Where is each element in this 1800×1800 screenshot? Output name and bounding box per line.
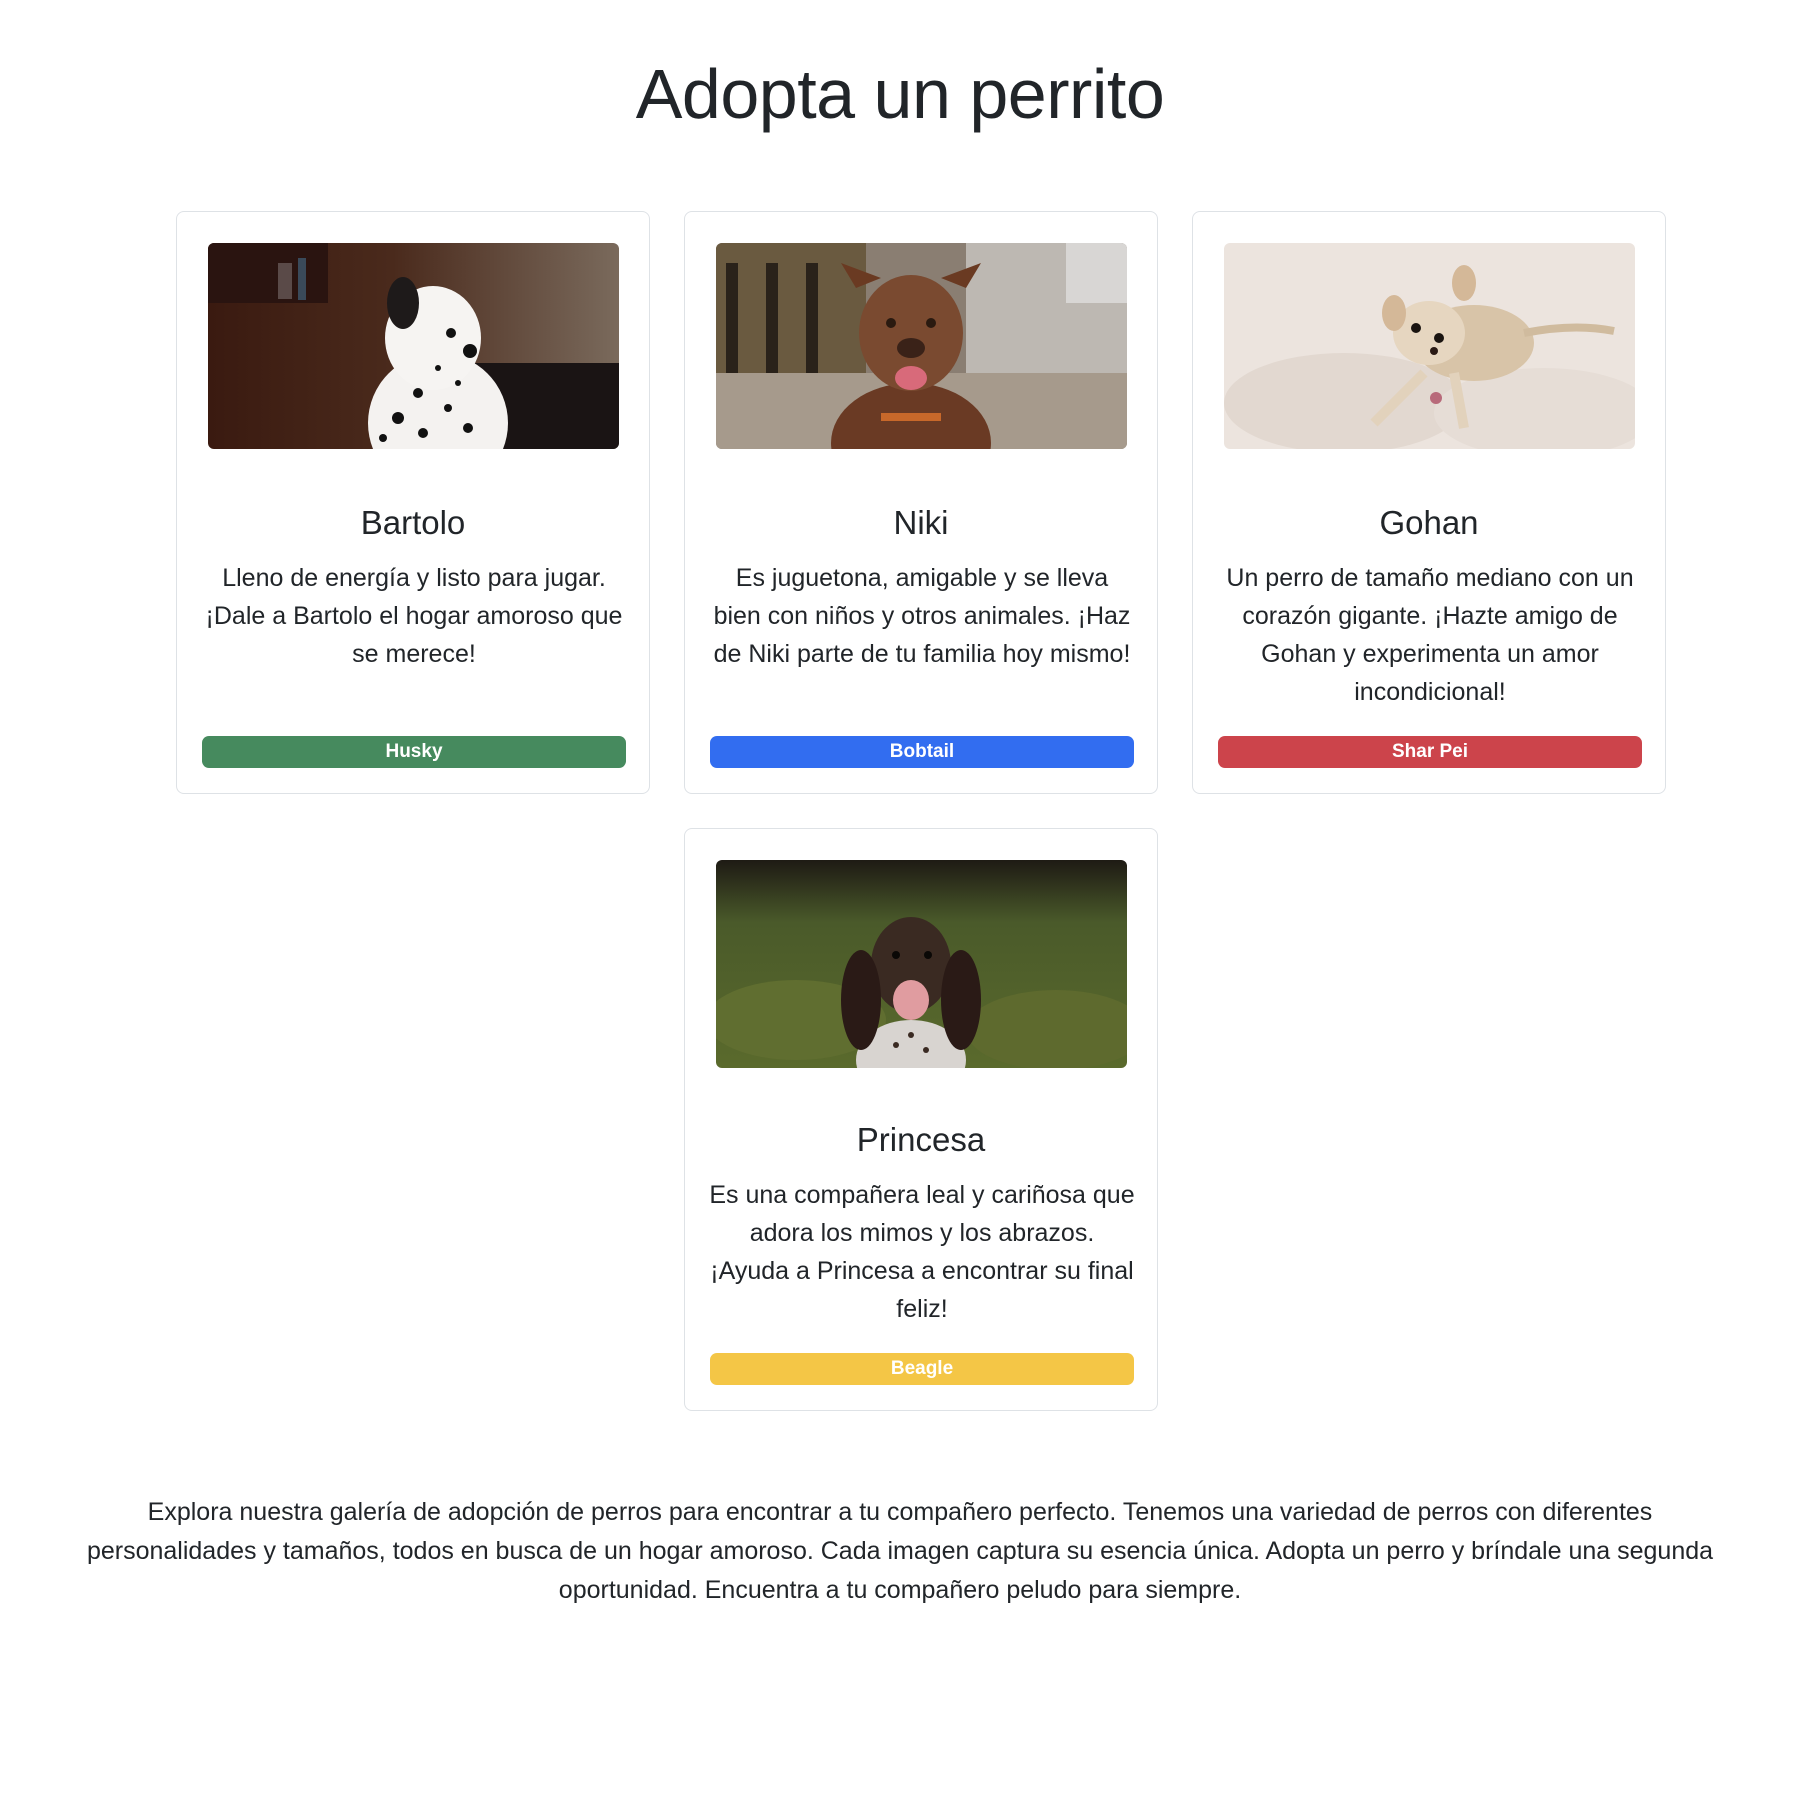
dog-description: Un perro de tamaño mediano con un corazó… xyxy=(1226,564,1634,706)
brown-dog-photo xyxy=(716,243,1127,449)
dog-card-niki: Niki Es juguetona, amigable y se lleva b… xyxy=(684,211,1158,794)
dog-name: Princesa xyxy=(856,1121,986,1158)
dog-card-bartolo: Bartolo Lleno de energía y listo para ju… xyxy=(176,211,650,794)
breed-badge: Beagle xyxy=(710,1353,1134,1385)
dalmatian-photo xyxy=(208,243,619,449)
breed-badge: Bobtail xyxy=(710,736,1134,768)
gallery-description: Explora nuestra galería de adopción de p… xyxy=(86,1498,1714,1604)
dog-name: Niki xyxy=(893,504,949,541)
page-title: Adopta un perrito xyxy=(635,55,1165,133)
dog-name: Gohan xyxy=(1379,504,1479,541)
dog-name: Bartolo xyxy=(360,504,466,541)
dog-description: Es una compañera leal y cariñosa que ado… xyxy=(709,1181,1135,1323)
chihuahua-photo xyxy=(1224,243,1635,449)
dog-description: Lleno de energía y listo para jugar. ¡Da… xyxy=(205,564,623,668)
dog-card-gohan: Gohan Un perro de tamaño mediano con un … xyxy=(1192,211,1666,794)
breed-badge: Shar Pei xyxy=(1218,736,1642,768)
dog-card-princesa: Princesa Es una compañera leal y cariños… xyxy=(684,828,1158,1411)
dog-description: Es juguetona, amigable y se lleva bien c… xyxy=(713,564,1131,668)
breed-badge: Husky xyxy=(202,736,626,768)
pointer-puppy-photo xyxy=(716,860,1127,1068)
